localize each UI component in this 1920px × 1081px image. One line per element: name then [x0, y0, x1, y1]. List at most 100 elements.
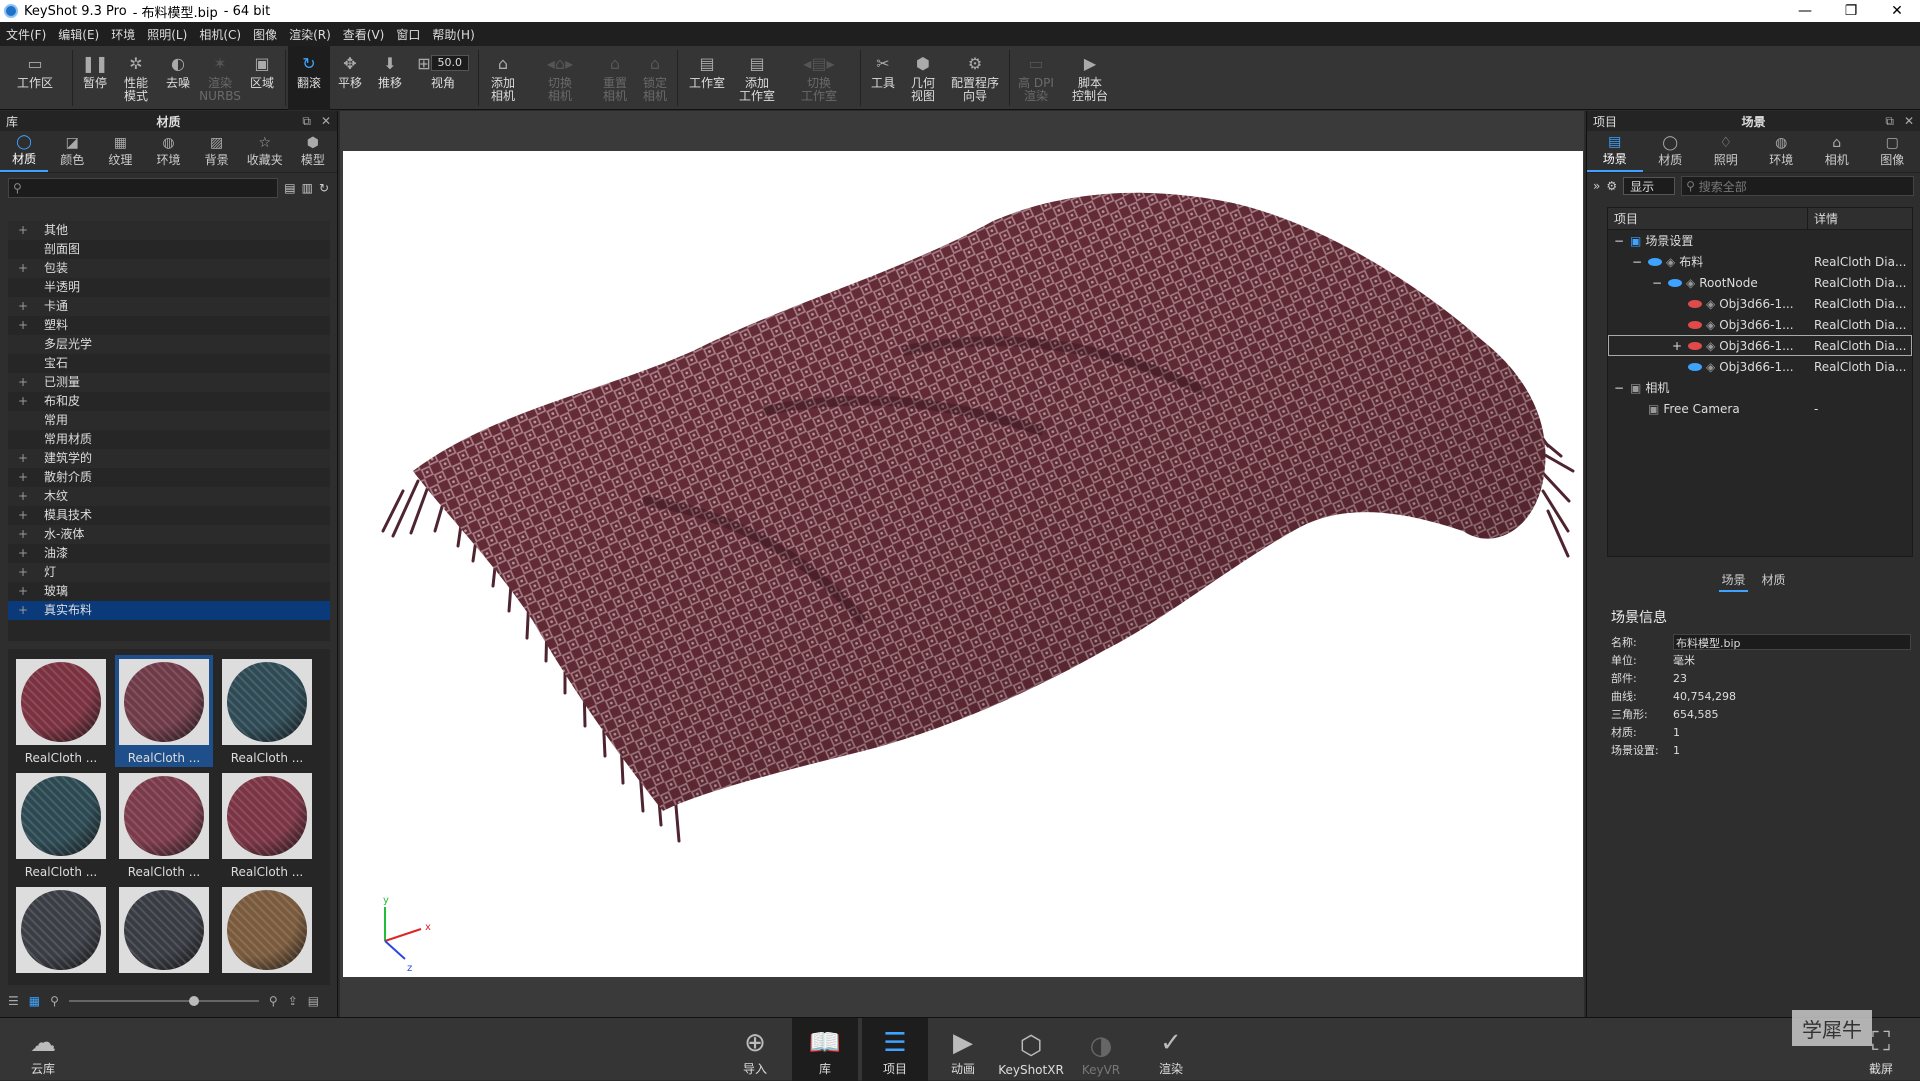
list-view-icon[interactable]: ☰: [8, 994, 19, 1008]
library-tab[interactable]: ▨背景: [193, 131, 241, 172]
expand-toggle-icon[interactable]: +: [18, 525, 44, 544]
library-tab[interactable]: ◯材质: [0, 131, 48, 172]
render-viewport[interactable]: y x z: [343, 151, 1583, 977]
library-tree-item[interactable]: +已测量: [8, 373, 330, 392]
menu-item[interactable]: 帮助(H): [426, 26, 480, 43]
expand-toggle-icon[interactable]: [18, 278, 44, 297]
library-tree-item[interactable]: 宝石: [8, 354, 330, 373]
undock-icon[interactable]: ⧉: [302, 114, 311, 129]
scene-tree-row[interactable]: ◈Obj3d66-1...RealCloth Dia...: [1608, 293, 1912, 314]
menu-item[interactable]: 相机(C): [193, 26, 247, 43]
library-tree-item[interactable]: 常用: [8, 411, 330, 430]
toolbar-switch-studio-button[interactable]: ◂▤▸切换工作室: [780, 46, 858, 110]
grid-view-icon[interactable]: ▦: [29, 994, 40, 1008]
expand-toggle-icon[interactable]: −: [1614, 234, 1626, 248]
node-icon[interactable]: ⚙: [1606, 179, 1617, 193]
panel-close-icon[interactable]: ✕: [321, 114, 331, 129]
library-search-input[interactable]: ⚲: [8, 178, 278, 198]
menu-item[interactable]: 编辑(E): [52, 26, 105, 43]
library-tab[interactable]: ◍环境: [144, 131, 192, 172]
toolbar-nurbs-button[interactable]: ✶渲染NURBS: [199, 46, 241, 110]
project-tab[interactable]: ◯材质: [1643, 131, 1699, 172]
scene-subtab[interactable]: 材质: [1760, 569, 1788, 592]
menu-item[interactable]: 图像: [247, 26, 283, 43]
bottom-library-button[interactable]: 📖库: [792, 1018, 858, 1081]
zoom-out-icon[interactable]: ⚲: [50, 994, 59, 1008]
fov-input[interactable]: 50.0: [431, 55, 469, 71]
toolbar-high-dpi-button[interactable]: ▭高 DPI渲染: [1012, 46, 1060, 110]
expand-toggle-icon[interactable]: +: [18, 373, 44, 392]
expand-toggle-icon[interactable]: −: [1632, 255, 1644, 269]
project-tab[interactable]: ▤场景: [1587, 131, 1643, 172]
menu-item[interactable]: 查看(V): [337, 26, 391, 43]
library-tab[interactable]: ◪颜色: [48, 131, 96, 172]
toolbar-tools-button[interactable]: ✂工具: [863, 46, 903, 110]
menu-item[interactable]: 文件(F): [0, 26, 52, 43]
library-tab[interactable]: ☆收藏夹: [241, 131, 289, 172]
project-tab[interactable]: ◍环境: [1754, 131, 1810, 172]
material-thumbnail[interactable]: RealCloth ...: [218, 769, 316, 881]
display-select[interactable]: 显示: [1623, 177, 1675, 195]
add-folder-icon[interactable]: ▤: [308, 994, 319, 1008]
menu-item[interactable]: 渲染(R): [283, 26, 337, 43]
toolbar-pan-button[interactable]: ✥平移: [330, 46, 370, 110]
toolbar-configurator-button[interactable]: ⚙配置程序向导: [943, 46, 1007, 110]
expand-toggle-icon[interactable]: −: [1652, 276, 1664, 290]
visibility-eye-icon[interactable]: [1668, 279, 1682, 287]
scene-search-input[interactable]: ⚲ 搜索全部: [1681, 176, 1914, 196]
expand-toggle-icon[interactable]: +: [18, 506, 44, 525]
expand-toggle-icon[interactable]: +: [18, 544, 44, 563]
folder-add-icon[interactable]: ▤: [284, 181, 295, 195]
library-tree-item[interactable]: 剖面图: [8, 240, 330, 259]
upload-icon[interactable]: ⇪: [288, 994, 298, 1008]
toolbar-add-camera-button[interactable]: ⌂添加相机: [481, 46, 525, 110]
library-tree-item[interactable]: +油漆: [8, 544, 330, 563]
toolbar-reset-camera-button[interactable]: ⌂重置相机: [595, 46, 635, 110]
toolbar-pause-button[interactable]: ❚❚暂停: [75, 46, 115, 110]
expand-toggle-icon[interactable]: +: [18, 316, 44, 335]
scene-tree-row[interactable]: −◈布料RealCloth Dia...: [1608, 251, 1912, 272]
material-thumbnail[interactable]: RealCloth ...: [115, 655, 213, 767]
minimize-icon[interactable]: —: [1782, 0, 1828, 22]
scene-tree-row[interactable]: ◈Obj3d66-1...RealCloth Dia...: [1608, 314, 1912, 335]
visibility-eye-icon[interactable]: [1688, 363, 1702, 371]
toolbar-script-console-button[interactable]: ▶脚本控制台: [1060, 46, 1120, 110]
project-tab[interactable]: ▢图像: [1865, 131, 1920, 172]
project-tab[interactable]: ⌂相机: [1809, 131, 1865, 172]
toolbar-performance-button[interactable]: ✲性能模式: [115, 46, 157, 110]
expand-toggle-icon[interactable]: +: [18, 582, 44, 601]
expand-toggle-icon[interactable]: +: [18, 601, 44, 620]
expand-toggle-icon[interactable]: [18, 240, 44, 259]
material-thumbnail[interactable]: [218, 883, 316, 995]
expand-toggle-icon[interactable]: +: [18, 563, 44, 582]
toolbar-lock-camera-button[interactable]: ⌂锁定相机: [635, 46, 675, 110]
toolbar-region-button[interactable]: ▣区域: [241, 46, 283, 110]
bottom-keyvr-button[interactable]: ◑KeyVR: [1068, 1018, 1134, 1081]
bottom-project-button[interactable]: ☰项目: [862, 1018, 928, 1081]
library-tab[interactable]: ▦纹理: [96, 131, 144, 172]
library-tree-item[interactable]: 半透明: [8, 278, 330, 297]
visibility-eye-icon[interactable]: [1688, 300, 1702, 308]
material-thumbnail[interactable]: RealCloth ...: [218, 655, 316, 767]
library-tree-item[interactable]: +玻璃: [8, 582, 330, 601]
expand-toggle-icon[interactable]: +: [18, 449, 44, 468]
toolbar-add-studio-button[interactable]: ▤添加工作室: [734, 46, 780, 110]
toolbar-dolly-button[interactable]: ⬇推移: [370, 46, 410, 110]
library-tree-item[interactable]: +包装: [8, 259, 330, 278]
toolbar-tumble-button[interactable]: ↻翻滚: [288, 46, 330, 110]
close-icon[interactable]: ✕: [1874, 0, 1920, 22]
bottom-render-button[interactable]: ✓渲染: [1138, 1018, 1204, 1081]
bottom-keyshotxr-button[interactable]: ⬡KeyShotXR: [998, 1018, 1064, 1081]
library-tree-item[interactable]: +模具技术: [8, 506, 330, 525]
toolbar-perspective-button[interactable]: ⊞ 50.0视角: [410, 46, 476, 110]
thumbnail-size-slider[interactable]: [69, 1000, 259, 1002]
expand-toggle-icon[interactable]: +: [18, 392, 44, 411]
panel-close-icon[interactable]: ✕: [1904, 114, 1914, 129]
expand-toggle-icon[interactable]: [18, 411, 44, 430]
menu-item[interactable]: 环境: [105, 26, 141, 43]
expand-toggle-icon[interactable]: +: [18, 487, 44, 506]
library-tree-item[interactable]: +真实布料: [8, 601, 330, 620]
expand-toggle-icon[interactable]: −: [1614, 381, 1626, 395]
library-tree-item[interactable]: +木纹: [8, 487, 330, 506]
expand-toggle-icon[interactable]: +: [18, 297, 44, 316]
